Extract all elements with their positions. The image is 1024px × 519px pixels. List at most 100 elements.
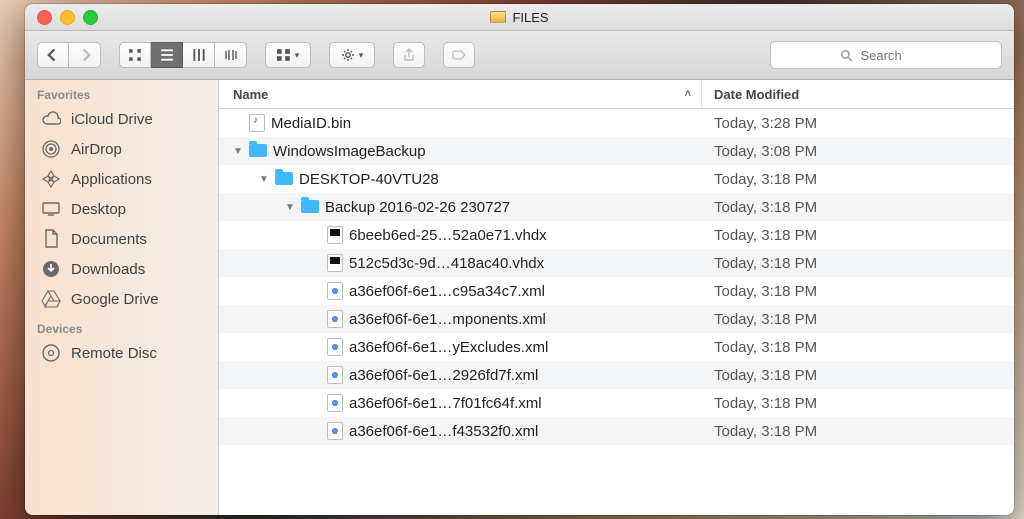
disclosure-triangle-icon[interactable]: ▼: [285, 202, 295, 213]
file-row[interactable]: ▼ Backup 2016-02-26 230727 Today, 3:18 PM: [219, 193, 1014, 221]
vhdx-file-icon: [327, 226, 343, 244]
sidebar-item-icloud-drive[interactable]: iCloud Drive: [25, 104, 218, 134]
titlebar[interactable]: FILES: [25, 4, 1014, 31]
search-field[interactable]: [770, 41, 1002, 69]
action-button[interactable]: ▾: [329, 42, 375, 68]
file-row[interactable]: ▼ WindowsImageBackup Today, 3:08 PM: [219, 137, 1014, 165]
finder-window: FILES: [25, 4, 1014, 515]
sidebar-item-downloads[interactable]: Downloads: [25, 254, 218, 284]
file-row[interactable]: a36ef06f-6e1…2926fd7f.xml Today, 3:18 PM: [219, 361, 1014, 389]
share-icon: [402, 48, 416, 62]
zoom-button[interactable]: [83, 10, 98, 25]
file-name: a36ef06f-6e1…2926fd7f.xml: [349, 367, 538, 384]
sidebar-item-label: Applications: [71, 171, 152, 188]
search-icon: [840, 49, 853, 62]
sidebar-item-applications[interactable]: Applications: [25, 164, 218, 194]
file-name: 512c5d3c-9d…418ac40.vhdx: [349, 255, 544, 272]
xml-file-icon: [327, 310, 343, 328]
file-listing: Name ˄ Date Modified MediaID.bin Today, 3…: [219, 80, 1014, 515]
icon-view-button[interactable]: [119, 42, 151, 68]
list-view-button[interactable]: [151, 42, 183, 68]
folder-icon: [275, 172, 293, 185]
tag-icon: [452, 48, 466, 62]
minimize-button[interactable]: [60, 10, 75, 25]
desktop-icon: [41, 199, 61, 219]
file-row[interactable]: a36ef06f-6e1…f43532f0.xml Today, 3:18 PM: [219, 417, 1014, 445]
arrange-button[interactable]: ▾: [265, 42, 311, 68]
sidebar-section-header: Devices: [25, 314, 218, 338]
disc-icon: [41, 343, 61, 363]
file-date: Today, 3:18 PM: [702, 171, 1014, 188]
documents-icon: [41, 229, 61, 249]
sidebar-item-google-drive[interactable]: Google Drive: [25, 284, 218, 314]
arrange-group: ▾: [265, 42, 311, 68]
sidebar-item-label: Documents: [71, 231, 147, 248]
disclosure-triangle-icon[interactable]: ▼: [259, 174, 269, 185]
file-row[interactable]: a36ef06f-6e1…yExcludes.xml Today, 3:18 PM: [219, 333, 1014, 361]
search-input[interactable]: [859, 47, 933, 64]
file-date: Today, 3:18 PM: [702, 199, 1014, 216]
back-button[interactable]: [37, 42, 69, 68]
sidebar-item-documents[interactable]: Documents: [25, 224, 218, 254]
file-name: MediaID.bin: [271, 115, 351, 132]
sidebar-item-desktop[interactable]: Desktop: [25, 194, 218, 224]
sidebar-item-remote-disc[interactable]: Remote Disc: [25, 338, 218, 368]
file-name: Backup 2016-02-26 230727: [325, 199, 510, 216]
file-date: Today, 3:18 PM: [702, 367, 1014, 384]
file-name: a36ef06f-6e1…7f01fc64f.xml: [349, 395, 542, 412]
column-date[interactable]: Date Modified: [701, 80, 1014, 108]
file-date: Today, 3:08 PM: [702, 143, 1014, 160]
file-name: a36ef06f-6e1…yExcludes.xml: [349, 339, 548, 356]
column-view-button[interactable]: [183, 42, 215, 68]
grid-icon: [128, 48, 142, 62]
file-date: Today, 3:18 PM: [702, 423, 1014, 440]
file-row[interactable]: a36ef06f-6e1…mponents.xmlToday, 3:18 PM: [219, 305, 1014, 333]
file-row[interactable]: MediaID.bin Today, 3:28 PM: [219, 109, 1014, 137]
vhdx-file-icon: [327, 254, 343, 272]
coverflow-icon: [224, 48, 238, 62]
file-name: a36ef06f-6e1…c95a34c7.xml: [349, 283, 545, 300]
tags-button[interactable]: [443, 42, 475, 68]
file-name: 6beeb6ed-25…52a0e71.vhdx: [349, 227, 547, 244]
sidebar-item-airdrop[interactable]: AirDrop: [25, 134, 218, 164]
file-row[interactable]: 6beeb6ed-25…52a0e71.vhdx Today, 3:18 PM: [219, 221, 1014, 249]
file-date: Today, 3:18 PM: [702, 227, 1014, 244]
chevron-right-icon: [78, 48, 92, 62]
file-date: Today, 3:18 PM: [702, 311, 1014, 328]
sort-indicator-icon: ˄: [685, 88, 691, 100]
xml-file-icon: [327, 282, 343, 300]
view-mode-group: [119, 42, 247, 68]
file-name: a36ef06f-6e1…f43532f0.xml: [349, 423, 538, 440]
file-name: WindowsImageBackup: [273, 143, 426, 160]
sidebar-item-label: AirDrop: [71, 141, 122, 158]
file-row[interactable]: a36ef06f-6e1…c95a34c7.xmlToday, 3:18 PM: [219, 277, 1014, 305]
chevron-down-icon: ▾: [295, 50, 300, 61]
sidebar-item-label: iCloud Drive: [71, 111, 153, 128]
share-group: [393, 42, 425, 68]
file-date: Today, 3:18 PM: [702, 339, 1014, 356]
file-row[interactable]: 512c5d3c-9d…418ac40.vhdx Today, 3:18 PM: [219, 249, 1014, 277]
close-button[interactable]: [37, 10, 52, 25]
window-title: FILES: [512, 10, 548, 25]
xml-file-icon: [327, 338, 343, 356]
chevron-down-icon: ▾: [359, 50, 364, 61]
folder-icon: [249, 144, 267, 157]
file-row[interactable]: a36ef06f-6e1…7f01fc64f.xml Today, 3:18 PM: [219, 389, 1014, 417]
volume-icon: [490, 11, 506, 23]
file-row[interactable]: ▼DESKTOP-40VTU28Today, 3:18 PM: [219, 165, 1014, 193]
action-group: ▾: [329, 42, 375, 68]
coverflow-view-button[interactable]: [215, 42, 247, 68]
sidebar: FavoritesiCloud DriveAirDropApplications…: [25, 80, 219, 515]
disclosure-triangle-icon[interactable]: ▼: [233, 146, 243, 157]
cloud-icon: [41, 109, 61, 129]
tags-group: [443, 42, 475, 68]
file-date: Today, 3:18 PM: [702, 255, 1014, 272]
sidebar-item-label: Desktop: [71, 201, 126, 218]
forward-button[interactable]: [69, 42, 101, 68]
xml-file-icon: [327, 394, 343, 412]
column-name[interactable]: Name ˄: [219, 87, 701, 102]
share-button[interactable]: [393, 42, 425, 68]
file-date: Today, 3:18 PM: [702, 395, 1014, 412]
file-date: Today, 3:28 PM: [702, 115, 1014, 132]
downloads-icon: [41, 259, 61, 279]
